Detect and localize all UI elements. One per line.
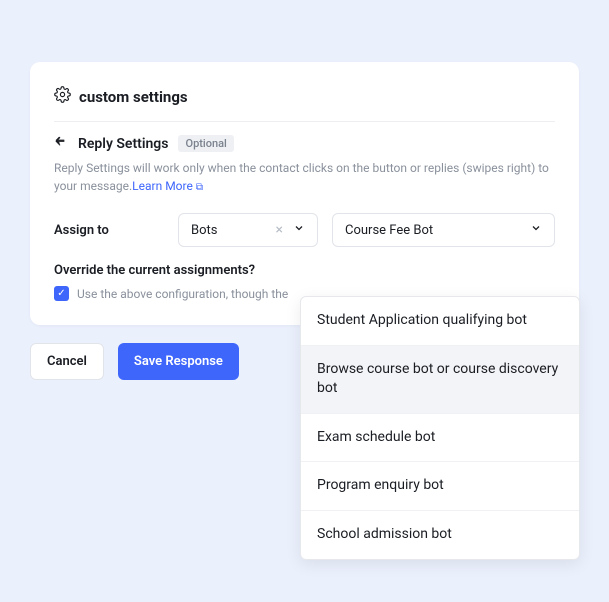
subheader: Reply Settings Optional	[54, 134, 555, 153]
learn-more-link[interactable]: Learn More⧉	[132, 179, 203, 193]
override-label: Override the current assignments?	[54, 263, 555, 278]
save-button[interactable]: Save Response	[118, 343, 239, 380]
cancel-button[interactable]: Cancel	[30, 343, 104, 380]
external-link-icon: ⧉	[196, 182, 203, 193]
chevron-down-icon	[293, 222, 305, 238]
gear-icon	[54, 86, 71, 107]
assign-row: Assign to Bots × Course Fee Bot	[54, 213, 555, 247]
help-text: Reply Settings will work only when the c…	[54, 159, 555, 195]
back-arrow-icon[interactable]	[54, 134, 68, 153]
bot-select-value: Course Fee Bot	[345, 223, 433, 238]
check-icon: ✓	[57, 289, 65, 299]
help-text-body: Reply Settings will work only when the c…	[54, 161, 549, 193]
settings-card: custom settings Reply Settings Optional …	[30, 62, 579, 325]
dropdown-item[interactable]: Student Application qualifying bot	[301, 297, 579, 346]
assign-type-value: Bots	[191, 223, 217, 238]
card-title: custom settings	[79, 88, 188, 106]
clear-icon[interactable]: ×	[276, 222, 283, 238]
card-header: custom settings	[54, 86, 555, 122]
assign-label: Assign to	[54, 223, 164, 238]
override-checkbox-text: Use the above configuration, though the	[77, 287, 288, 301]
assign-type-select[interactable]: Bots ×	[178, 213, 318, 247]
dropdown-item[interactable]: Exam schedule bot	[301, 414, 579, 463]
dropdown-item[interactable]: School admission bot	[301, 511, 579, 559]
dropdown-item[interactable]: Program enquiry bot	[301, 462, 579, 511]
chevron-down-icon	[530, 222, 542, 238]
optional-badge: Optional	[178, 135, 233, 152]
subheader-title: Reply Settings	[78, 136, 168, 152]
override-checkbox[interactable]: ✓	[54, 286, 69, 301]
bot-select[interactable]: Course Fee Bot	[332, 213, 555, 247]
bot-dropdown-menu: Student Application qualifying bot Brows…	[300, 296, 580, 560]
dropdown-item[interactable]: Browse course bot or course discovery bo…	[301, 346, 579, 414]
